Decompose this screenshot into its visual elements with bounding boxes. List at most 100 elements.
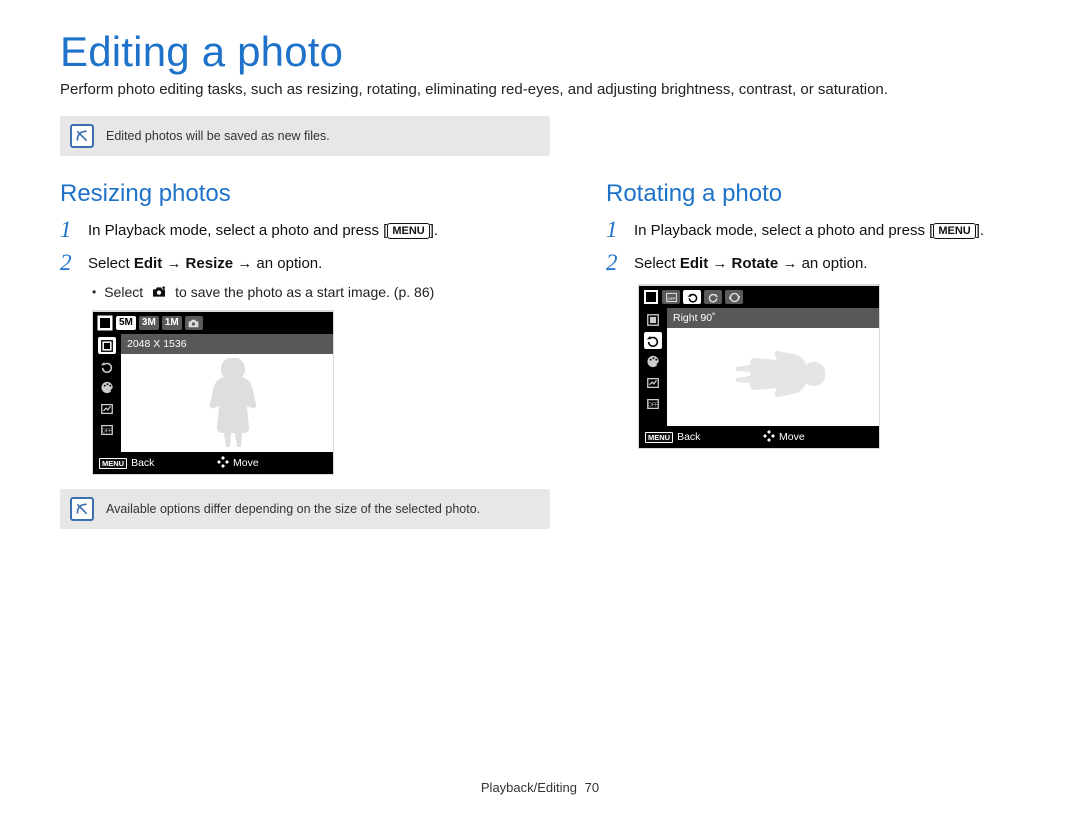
rotate-tool-icon xyxy=(98,358,116,375)
screen-body: OFF 2048 X 1536 xyxy=(93,334,333,452)
arrow-icon: → xyxy=(778,255,801,272)
screen-content: Right 90˚ xyxy=(667,308,879,426)
screen-bottombar: MENU Back Move xyxy=(93,452,333,474)
screen-sidebar: OFF xyxy=(639,308,667,426)
size-chip-3m: 3M xyxy=(139,316,159,330)
rotate-tool-icon xyxy=(644,332,662,349)
palette-tool-icon xyxy=(98,379,116,396)
rotate-right-icon xyxy=(683,290,701,304)
photo-silhouette-rotated xyxy=(693,326,869,426)
off-chip-icon: OFF xyxy=(662,290,680,304)
bottombar-move: Move xyxy=(217,456,327,471)
page-footer: Playback/Editing 70 xyxy=(0,780,1080,795)
start-image-chip-icon xyxy=(185,316,203,330)
resize-step-1: 1 In Playback mode, select a photo and p… xyxy=(60,218,550,241)
page-intro: Perform photo editing tasks, such as res… xyxy=(60,80,1020,100)
move-label: Move xyxy=(233,457,259,469)
text: Select xyxy=(104,284,143,300)
menu-key-mini: MENU xyxy=(99,458,127,469)
text: an option. xyxy=(256,255,322,272)
extra-tool-icon: OFF xyxy=(644,395,662,412)
bottombar-move: Move xyxy=(763,430,873,445)
text: Select xyxy=(88,255,134,272)
resize-sub-bullet: • Select to save the photo as a start im… xyxy=(92,284,550,300)
photo-silhouette xyxy=(147,352,323,452)
text: Select xyxy=(634,255,680,272)
screen-body: OFF Right 90˚ xyxy=(639,308,879,426)
camera-screen: OFF OFF xyxy=(638,284,880,449)
bold: Edit xyxy=(134,255,162,272)
resize-tool-icon xyxy=(644,311,662,328)
screen-topbar: OFF xyxy=(639,286,879,308)
note-top-text: Edited photos will be saved as new files… xyxy=(106,129,330,143)
step-number: 1 xyxy=(606,218,624,241)
svg-text:OFF: OFF xyxy=(648,402,659,408)
footer-section: Playback/Editing xyxy=(481,780,577,795)
screen-bottombar: MENU Back Move xyxy=(639,426,879,448)
camera-screen: 5M 3M 1M OFF xyxy=(92,310,334,475)
arrow-icon: → xyxy=(233,255,256,272)
text: ]. xyxy=(976,222,984,239)
menu-key: MENU xyxy=(933,223,975,239)
menu-key-mini: MENU xyxy=(645,432,673,443)
extra-tool-icon: OFF xyxy=(98,421,116,438)
bold: Edit xyxy=(680,255,708,272)
resize-mode-icon xyxy=(643,289,659,305)
text: In Playback mode, select a photo and pre… xyxy=(88,222,387,239)
arrow-icon: → xyxy=(162,255,185,272)
size-chip-1m: 1M xyxy=(162,316,182,330)
step-text: In Playback mode, select a photo and pre… xyxy=(634,218,984,241)
resize-tool-icon xyxy=(98,337,116,354)
move-label: Move xyxy=(779,431,805,443)
manual-page: Editing a photo Perform photo editing ta… xyxy=(0,0,1080,815)
note-icon xyxy=(70,497,94,521)
note-bottom: Available options differ depending on th… xyxy=(60,489,550,529)
note-top: Edited photos will be saved as new files… xyxy=(60,116,550,156)
step-text: In Playback mode, select a photo and pre… xyxy=(88,218,438,241)
svg-text:OFF: OFF xyxy=(102,428,113,434)
screen-topbar: 5M 3M 1M xyxy=(93,312,333,334)
text: ]. xyxy=(430,222,438,239)
camera-start-image-icon xyxy=(151,285,167,299)
menu-key: MENU xyxy=(387,223,429,239)
resize-mode-icon xyxy=(97,315,113,331)
nav-diamond-icon xyxy=(763,430,775,445)
size-chip-5m: 5M xyxy=(116,316,136,330)
col-rotating: Rotating a photo 1 In Playback mode, sel… xyxy=(606,178,1020,551)
screen-status-label: Right 90˚ xyxy=(667,308,879,328)
step-number: 2 xyxy=(60,251,78,274)
rotate-180-icon xyxy=(725,290,743,304)
palette-tool-icon xyxy=(644,353,662,370)
rotate-step-1: 1 In Playback mode, select a photo and p… xyxy=(606,218,1020,241)
rotate-step-2: 2 Select Edit → Rotate → an option. xyxy=(606,251,1020,274)
bold: Resize xyxy=(186,255,234,272)
col-resizing: Resizing photos 1 In Playback mode, sele… xyxy=(60,178,550,551)
nav-diamond-icon xyxy=(217,456,229,471)
step-number: 2 xyxy=(606,251,624,274)
columns: Resizing photos 1 In Playback mode, sele… xyxy=(60,178,1020,551)
bullet-icon: • xyxy=(92,286,96,298)
text: In Playback mode, select a photo and pre… xyxy=(634,222,933,239)
footer-page-number: 70 xyxy=(585,780,599,795)
note-icon xyxy=(70,124,94,148)
bottombar-back: MENU Back xyxy=(645,431,755,443)
rotate-screen: OFF OFF xyxy=(638,284,1020,449)
back-label: Back xyxy=(131,457,154,469)
screen-content: 2048 X 1536 xyxy=(121,334,333,452)
arrow-icon: → xyxy=(708,255,731,272)
adjust-tool-icon xyxy=(98,400,116,417)
text: to save the photo as a start image. (p. … xyxy=(175,284,434,300)
text: an option. xyxy=(802,255,868,272)
screen-sidebar: OFF xyxy=(93,334,121,452)
svg-text:OFF: OFF xyxy=(667,296,676,301)
resize-screen: 5M 3M 1M OFF xyxy=(92,310,550,475)
note-bottom-text: Available options differ depending on th… xyxy=(106,502,480,516)
step-text: Select Edit → Resize → an option. xyxy=(88,251,322,274)
bold: Rotate xyxy=(732,255,779,272)
bottombar-back: MENU Back xyxy=(99,457,209,469)
resize-step-2: 2 Select Edit → Resize → an option. xyxy=(60,251,550,274)
page-title: Editing a photo xyxy=(60,28,1020,76)
heading-resizing: Resizing photos xyxy=(60,180,550,208)
adjust-tool-icon xyxy=(644,374,662,391)
back-label: Back xyxy=(677,431,700,443)
